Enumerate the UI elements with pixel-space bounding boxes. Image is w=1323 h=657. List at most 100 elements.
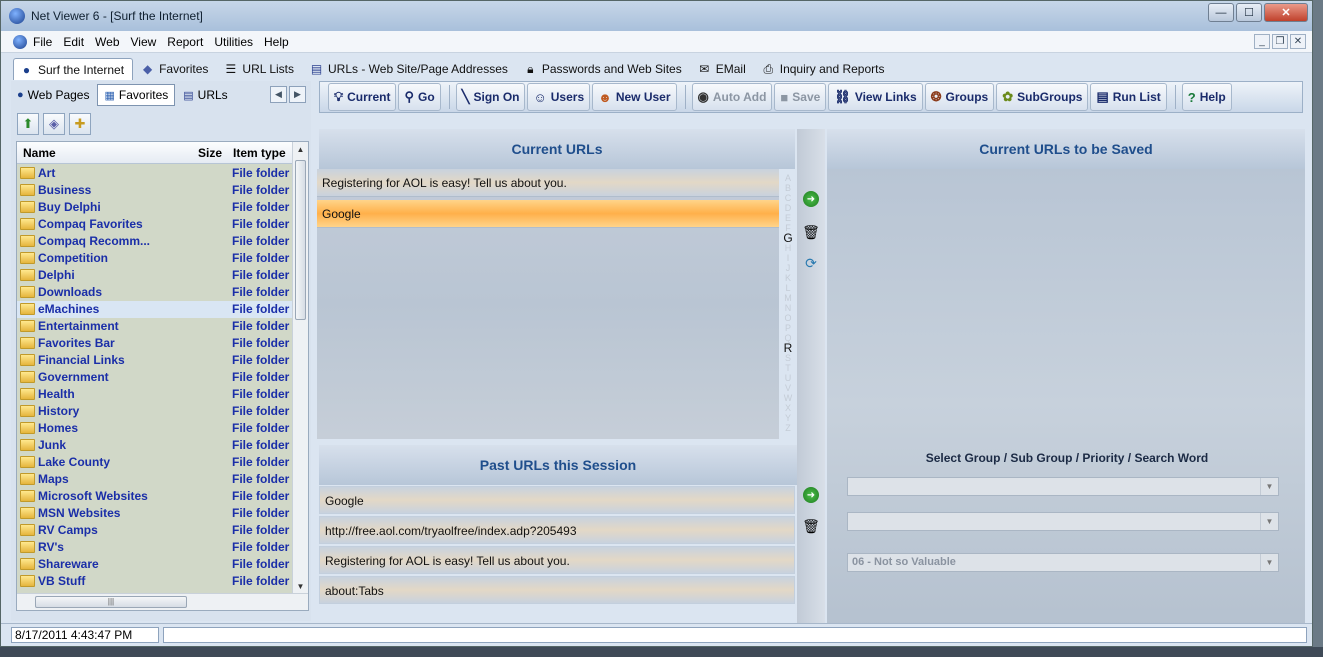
past-trash-icon[interactable]: 🗑︎ (801, 516, 821, 536)
current-button[interactable]: 💡︎ Current (328, 83, 397, 111)
alpha-letter[interactable]: K (781, 273, 795, 283)
file-list-horizontal-scrollbar[interactable]: ||| (17, 593, 308, 610)
tab-url-lists[interactable]: ☰ URL Lists (218, 58, 302, 80)
alpha-letter[interactable]: W (781, 393, 795, 403)
alpha-letter[interactable]: C (781, 193, 795, 203)
column-item-type[interactable]: Item type (233, 146, 286, 160)
subtab-urls[interactable]: ▤ URLs (177, 84, 233, 106)
past-url-item[interactable]: about:Tabs (319, 576, 795, 604)
column-size[interactable]: Size (198, 146, 222, 160)
tab-urls-addresses[interactable]: ▤ URLs - Web Site/Page Addresses (304, 58, 516, 80)
priority-combo[interactable]: 06 - Not so Valuable ▼ (847, 553, 1279, 572)
alpha-letter[interactable]: D (781, 203, 795, 213)
scroll-down-icon[interactable]: ▼ (293, 579, 308, 594)
list-item[interactable]: Compaq Favorites File folder (17, 216, 293, 233)
tab-surf-the-internet[interactable]: ● Surf the Internet (13, 58, 134, 80)
list-item[interactable]: Financial Links File folder (17, 352, 293, 369)
alpha-letter[interactable]: N (781, 303, 795, 313)
menu-edit[interactable]: Edit (63, 35, 84, 49)
help-button[interactable]: ? Help (1181, 83, 1232, 111)
alpha-letter[interactable]: O (781, 313, 795, 323)
subtab-web-pages[interactable]: ● Web Pages (11, 84, 95, 106)
new-user-button[interactable]: ☻ New User (592, 83, 677, 111)
past-url-item[interactable]: Registering for AOL is easy! Tell us abo… (319, 546, 795, 574)
move-right-arrow-icon[interactable]: ➜ (803, 191, 819, 207)
mdi-minimize-button[interactable]: _ (1254, 34, 1270, 49)
alpha-letter[interactable]: G (781, 232, 795, 244)
subtab-favorites[interactable]: ▦ Favorites (97, 84, 176, 106)
list-item[interactable]: Downloads File folder (17, 284, 293, 301)
save-button[interactable]: ■ Save (774, 83, 827, 111)
view-mode-icon[interactable]: ◈ (43, 113, 65, 135)
alpha-letter[interactable]: J (781, 263, 795, 273)
file-list-vertical-scrollbar[interactable]: ▲ ▼ (292, 142, 308, 594)
alpha-letter[interactable]: I (781, 253, 795, 263)
alpha-letter[interactable]: M (781, 293, 795, 303)
menu-report[interactable]: Report (167, 35, 203, 49)
new-folder-icon[interactable]: ✚ (69, 113, 91, 135)
menu-file[interactable]: File (33, 35, 52, 49)
auto-add-button[interactable]: ◉ Auto Add (691, 83, 773, 111)
refresh-icon[interactable]: ⟳ (801, 253, 821, 273)
subgroup-combo[interactable]: ▼ (847, 512, 1279, 531)
move-past-right-arrow-icon[interactable]: ➜ (803, 487, 819, 503)
tab-favorites[interactable]: ◆ Favorites (135, 58, 216, 80)
trash-icon[interactable]: 🗑︎ (801, 222, 821, 242)
alphabet-index[interactable]: ABCDEFGHIJKLMNOPQRSTUVWXYZ (781, 173, 795, 439)
past-url-item[interactable]: http://free.aol.com/tryaolfree/index.adp… (319, 516, 795, 544)
tab-scroll-right-icon[interactable]: ▶ (289, 86, 306, 103)
alpha-letter[interactable]: T (781, 363, 795, 373)
list-item[interactable]: Shareware File folder (17, 556, 293, 573)
alpha-letter[interactable]: V (781, 383, 795, 393)
alpha-letter[interactable]: B (781, 183, 795, 193)
list-item[interactable]: Buy Delphi File folder (17, 199, 293, 216)
alpha-letter[interactable]: U (781, 373, 795, 383)
minimize-button[interactable]: — (1208, 3, 1234, 22)
list-item[interactable]: Compaq Recomm... File folder (17, 233, 293, 250)
hscroll-thumb[interactable]: ||| (35, 596, 187, 608)
mdi-restore-button[interactable]: ❐ (1272, 34, 1288, 49)
menu-view[interactable]: View (131, 35, 157, 49)
list-item[interactable]: Health File folder (17, 386, 293, 403)
tab-inquiry-reports[interactable]: ⎙ Inquiry and Reports (756, 58, 893, 80)
list-item[interactable]: Entertainment File folder (17, 318, 293, 335)
alpha-letter[interactable]: A (781, 173, 795, 183)
alpha-letter[interactable]: E (781, 213, 795, 223)
list-item[interactable]: Government File folder (17, 369, 293, 386)
alpha-letter[interactable]: R (781, 342, 795, 354)
alpha-letter[interactable]: Z (781, 423, 795, 433)
list-item[interactable]: Business File folder (17, 182, 293, 199)
list-item[interactable]: RV Camps File folder (17, 522, 293, 539)
list-item[interactable]: Maps File folder (17, 471, 293, 488)
list-item[interactable]: Art File folder (17, 165, 293, 182)
menu-utilities[interactable]: Utilities (214, 35, 253, 49)
users-button[interactable]: ☺ Users (527, 83, 591, 111)
tab-scroll-left-icon[interactable]: ◀ (270, 86, 287, 103)
list-item[interactable]: Favorites Bar File folder (17, 335, 293, 352)
current-url-item-selected[interactable]: Google (317, 200, 779, 228)
view-links-button[interactable]: ⛓ View Links (828, 83, 923, 111)
list-item[interactable]: History File folder (17, 403, 293, 420)
run-list-button[interactable]: ▤ Run List (1090, 83, 1167, 111)
list-item[interactable]: eMachines File folder (17, 301, 293, 318)
list-item[interactable]: Competition File folder (17, 250, 293, 267)
alpha-letter[interactable]: P (781, 323, 795, 333)
list-item[interactable]: Lake County File folder (17, 454, 293, 471)
go-button[interactable]: ⚲ Go (398, 83, 441, 111)
scroll-up-icon[interactable]: ▲ (293, 142, 308, 157)
group-combo[interactable]: ▼ (847, 477, 1279, 496)
tab-email[interactable]: ✉ EMail (692, 58, 754, 80)
alpha-letter[interactable]: L (781, 283, 795, 293)
scroll-thumb[interactable] (295, 160, 306, 320)
groups-button[interactable]: ❂ Groups (924, 83, 995, 111)
past-url-item[interactable]: Google (319, 486, 795, 514)
alpha-letter[interactable]: X (781, 403, 795, 413)
maximize-button[interactable]: ☐ (1236, 3, 1262, 22)
subgroups-button[interactable]: ✿ SubGroups (996, 83, 1089, 111)
close-button[interactable]: ✕ (1264, 3, 1308, 22)
alpha-letter[interactable]: Y (781, 413, 795, 423)
column-name[interactable]: Name (23, 146, 56, 160)
current-url-item[interactable]: Registering for AOL is easy! Tell us abo… (317, 169, 779, 197)
list-item[interactable]: Junk File folder (17, 437, 293, 454)
mdi-close-button[interactable]: ✕ (1290, 34, 1306, 49)
